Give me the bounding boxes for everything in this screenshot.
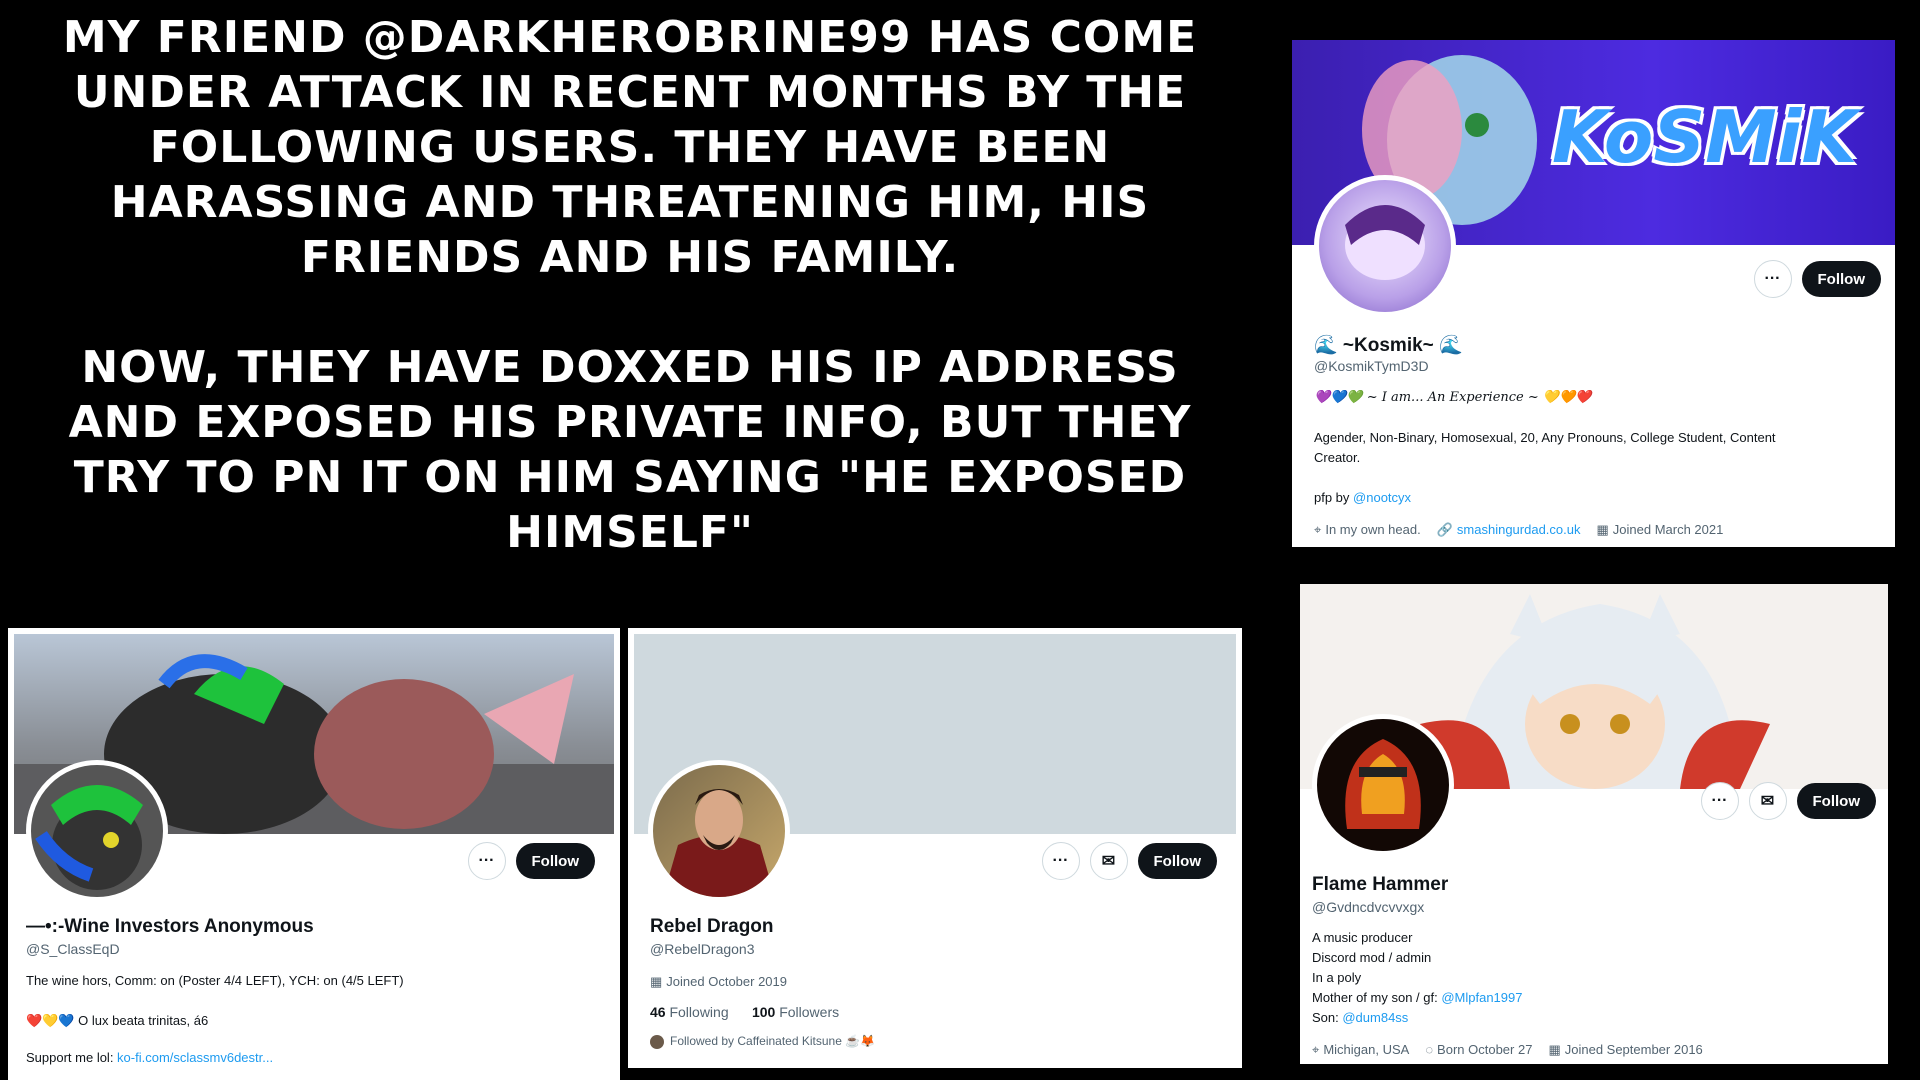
follow-button[interactable]: Follow: [515, 843, 595, 879]
more-options-button[interactable]: ···: [467, 842, 506, 880]
profile-card-wine-investors: ··· Follow —•:-Wine Investors Anonymous …: [8, 628, 620, 1080]
profile-card-flame-hammer: ··· ✉ Follow Flame Hammer @Gvdncdvcvvxgx…: [1300, 584, 1888, 1064]
profile-meta: ⌖ In my own head. 🔗 smashingurdad.co.uk ▦ J…: [1314, 522, 1723, 538]
profile-actions: ··· Follow: [1753, 260, 1881, 298]
bio: The wine hors, Comm: on (Poster 4/4 LEFT…: [26, 973, 404, 988]
profile-actions: ··· Follow: [467, 842, 595, 880]
join-date-text: Joined September 2016: [1564, 1042, 1703, 1057]
bio-line-1: A music producer: [1312, 930, 1413, 945]
message-button[interactable]: ✉: [1748, 782, 1787, 820]
followed-by[interactable]: Followed by Caffeinated Kitsune ☕🦊: [650, 1034, 875, 1049]
pfp-credit-link[interactable]: @nootcyx: [1353, 490, 1411, 505]
follow-button[interactable]: Follow: [1137, 843, 1217, 879]
support-line: Support me lol: ko-fi.com/sclassmv6destr…: [26, 1050, 273, 1065]
bio-line-4-link[interactable]: @Mlpfan1997: [1441, 990, 1522, 1005]
join-date: ▦ Joined October 2019: [650, 974, 787, 990]
birthday-text: Born October 27: [1437, 1042, 1533, 1057]
avatar[interactable]: [1312, 714, 1454, 856]
bio-line-4-label: Mother of my son / gf:: [1312, 990, 1442, 1005]
support-link[interactable]: ko-fi.com/sclassmv6destr...: [117, 1050, 273, 1065]
balloon-icon: ◌: [1425, 1042, 1434, 1057]
location-pin-icon: ⌖: [1314, 522, 1322, 537]
handle: @S_ClassEqD: [26, 941, 120, 957]
join-date-text: Joined October 2019: [666, 974, 787, 989]
more-options-button[interactable]: ···: [1041, 842, 1080, 880]
bio-line-3: In a poly: [1312, 970, 1362, 985]
avatar-art: [1345, 739, 1421, 829]
more-options-button[interactable]: ···: [1700, 782, 1739, 820]
banner-logo-text: KoSMiK: [1552, 95, 1858, 179]
join-date: ▦ Joined September 2016: [1548, 1042, 1702, 1058]
avatar-art: [663, 789, 775, 897]
birthday: ◌ Born October 27: [1425, 1042, 1532, 1058]
followers-count: 100: [751, 1004, 776, 1020]
profile-card-kosmik: KoSMiK ··· Follow 🌊 ~Kosmik~ 🌊 @KosmikTy…: [1292, 40, 1895, 547]
profile-card-rebel-dragon: ··· ✉ Follow Rebel Dragon @RebelDragon3 …: [628, 628, 1242, 1068]
message-button[interactable]: ✉: [1089, 842, 1128, 880]
display-name: —•:-Wine Investors Anonymous: [26, 916, 314, 937]
followers-label: Followers: [779, 1004, 840, 1020]
join-date: ▦ Joined March 2021: [1596, 522, 1723, 538]
website-link[interactable]: smashingurdad.co.uk: [1457, 522, 1581, 537]
follow-button[interactable]: Follow: [1796, 783, 1876, 819]
link-icon: 🔗: [1436, 522, 1453, 537]
follow-button[interactable]: Follow: [1801, 261, 1881, 297]
handle: @KosmikTymD3D: [1314, 358, 1429, 374]
followed-by-text: Followed by Caffeinated Kitsune ☕🦊: [670, 1034, 876, 1048]
avatar[interactable]: [1314, 175, 1456, 317]
bio-line-2: Creator.: [1314, 450, 1361, 465]
following-label: Following: [669, 1004, 729, 1020]
tagline: 💜💙💚 ~ I am... An Experience ~ 💛🧡❤️: [1314, 390, 1592, 405]
more-options-button[interactable]: ···: [1753, 260, 1792, 298]
avatar-art: [35, 785, 143, 890]
location-text: Michigan, USA: [1323, 1042, 1410, 1057]
followers-link[interactable]: 100 Followers: [752, 1004, 839, 1020]
location: ⌖ In my own head.: [1314, 522, 1421, 538]
website[interactable]: 🔗 smashingurdad.co.uk: [1437, 522, 1581, 538]
bio-line-1: Agender, Non-Binary, Homosexual, 20, Any…: [1314, 430, 1776, 445]
pfp-credit-label: pfp by: [1314, 490, 1354, 505]
calendar-icon: ▦: [1548, 1042, 1561, 1057]
support-label: Support me lol:: [26, 1050, 118, 1065]
headline-paragraph-2: NOW, THEY HAVE DOXXED HIS IP ADDRESS AND…: [68, 342, 1192, 558]
profile-meta: ⌖ Michigan, USA ◌ Born October 27 ▦ Joined …: [1312, 1042, 1703, 1058]
bio-line-2: Discord mod / admin: [1312, 950, 1432, 965]
location-pin-icon: ⌖: [1312, 1042, 1320, 1057]
bio-line-4: Mother of my son / gf: @Mlpfan1997: [1312, 990, 1522, 1005]
avatar-art: [1345, 205, 1425, 280]
bio-line-5-label: Son:: [1312, 1010, 1343, 1025]
display-name: 🌊 ~Kosmik~ 🌊: [1314, 335, 1463, 356]
motto: ❤️💛💙 O lux beata trinitas, á6: [26, 1013, 209, 1028]
location-text: In my own head.: [1325, 522, 1421, 537]
bio-line-5: Son: @dum84ss: [1312, 1010, 1408, 1025]
handle: @RebelDragon3: [650, 941, 755, 957]
handle: @Gvdncdvcvvxgx: [1312, 899, 1425, 915]
headline-paragraph-1: MY FRIEND @DARKHEROBRINE99 HAS COME UNDE…: [62, 12, 1198, 283]
pfp-credit: pfp by @nootcyx: [1314, 490, 1411, 505]
following-count: 46: [650, 1004, 666, 1020]
profile-actions: ··· ✉ Follow: [1041, 842, 1217, 880]
following-link[interactable]: 46 Following: [650, 1004, 729, 1020]
profile-actions: ··· ✉ Follow: [1700, 782, 1876, 820]
join-date-text: Joined March 2021: [1612, 522, 1724, 537]
headline: MY FRIEND @DARKHEROBRINE99 HAS COME UNDE…: [30, 10, 1230, 560]
display-name: Rebel Dragon: [650, 916, 774, 937]
bio-line-5-link[interactable]: @dum84ss: [1342, 1010, 1408, 1025]
followed-by-avatar: [650, 1034, 664, 1049]
follow-stats: 46 Following 100 Followers: [650, 1004, 839, 1020]
calendar-icon: ▦: [1596, 522, 1609, 537]
avatar[interactable]: [26, 760, 168, 902]
profile-meta: ▦ Joined October 2019: [650, 974, 787, 990]
avatar[interactable]: [648, 760, 790, 902]
calendar-icon: ▦: [650, 974, 663, 989]
location: ⌖ Michigan, USA: [1312, 1042, 1409, 1058]
display-name: Flame Hammer: [1312, 874, 1449, 895]
